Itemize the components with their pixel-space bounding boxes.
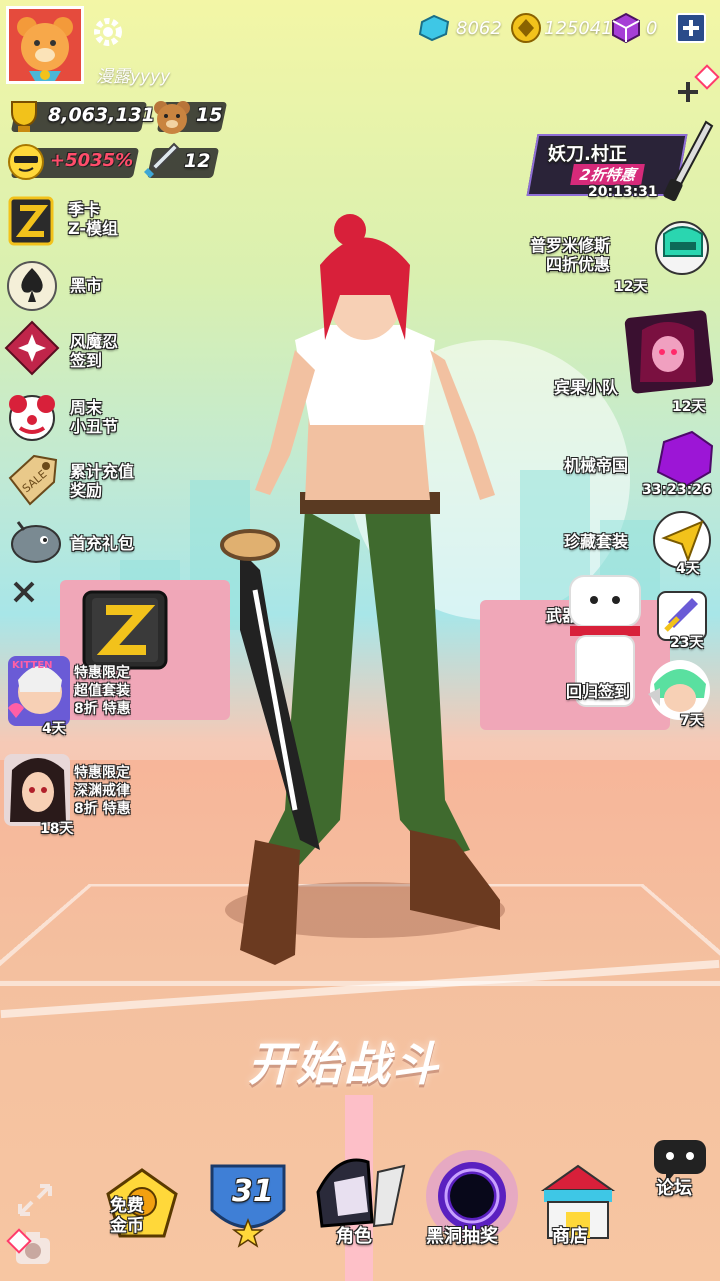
muramasa-discount: 2折特惠	[570, 164, 646, 185]
left-menu-label: 周末 小丑节	[70, 398, 119, 436]
robot-helmet-icon	[655, 221, 709, 275]
expand-arrows-icon	[18, 1184, 52, 1216]
sword-icon	[144, 142, 180, 178]
offer-label: 特惠限定 超值套装 8折 特惠	[74, 665, 131, 717]
forum-label: 论坛	[656, 1178, 692, 1199]
purple-crystal-icon	[656, 430, 714, 488]
offer-timer: 18天	[40, 821, 74, 837]
character-button[interactable]: 角色	[308, 1152, 408, 1248]
mech-empire-button[interactable]	[652, 428, 716, 490]
player-name: 漫露yyyy	[96, 67, 171, 87]
muramasa-title: 妖刀.村正	[548, 144, 627, 165]
offer-timer: 4天	[42, 721, 66, 737]
weapon-count: 12	[184, 150, 211, 172]
offer-label: 特惠限定 深渊戒律 8折 特惠	[74, 765, 131, 817]
plus-icon	[683, 20, 699, 36]
coin-count: 125041	[544, 18, 613, 39]
fullscreen-button[interactable]	[14, 1180, 56, 1220]
gem-count: 8062	[456, 18, 502, 39]
right-event-timer: 7天	[680, 713, 704, 729]
add-currency-button[interactable]	[676, 13, 706, 43]
sale-tag-icon: SALE	[8, 454, 58, 506]
left-menu-label: 黑市	[70, 276, 103, 295]
nav-label: 角色	[336, 1226, 372, 1247]
recharge-reward-button[interactable]: SALE	[4, 452, 60, 508]
z-card-icon	[8, 196, 54, 246]
left-menu-label: 累计充值 奖励	[70, 462, 135, 500]
gear-icon	[94, 18, 122, 46]
game-lobby-screen: 漫露yyyy 8,063,131 15 +5035% 12 8062 12504…	[0, 0, 720, 1281]
muramasa-timer: 20:13:31	[588, 184, 658, 200]
bear-avatar-icon	[17, 17, 73, 81]
forum-button[interactable]: 论坛	[648, 1136, 712, 1200]
svg-text:KITTEN: KITTEN	[12, 660, 53, 671]
left-menu-label: 风魔忍 签到	[70, 332, 119, 370]
right-event-timer: 12天	[614, 279, 648, 295]
prometheus-event-button[interactable]	[650, 216, 714, 280]
settings-button[interactable]	[90, 14, 126, 50]
nav-label: 商店	[552, 1226, 588, 1247]
gem-icon	[418, 14, 450, 42]
bear-face-icon	[154, 101, 190, 134]
season-card-button[interactable]	[4, 196, 60, 248]
trophy-count: 8,063,131	[48, 104, 155, 126]
clown-icon	[9, 395, 55, 441]
piggy-icon	[11, 521, 61, 563]
shuriken-icon	[4, 320, 60, 376]
right-event-label: 机械帝国	[564, 456, 629, 475]
right-event-label: 普罗米修斯 四折优惠	[530, 236, 611, 274]
z-badge-icon	[82, 590, 168, 670]
katana-icon	[663, 120, 714, 202]
right-event-label: 回归签到	[566, 682, 631, 701]
left-menu-label: 季卡 Z-模组	[68, 200, 118, 238]
right-event-label: 珍藏套装	[564, 532, 629, 551]
black-market-button[interactable]	[4, 260, 60, 312]
nav-label: 免费 金币	[110, 1196, 144, 1236]
ninja-signin-button[interactable]	[4, 320, 60, 376]
level-button[interactable]: 31	[206, 1158, 290, 1248]
character-model[interactable]	[200, 210, 520, 970]
cool-face-icon	[8, 144, 44, 180]
z-module-badge[interactable]	[78, 588, 172, 674]
right-event-timer: 4天	[676, 561, 700, 577]
bear-count: 15	[196, 104, 223, 126]
free-coins-button[interactable]: 免费 金币	[100, 1164, 184, 1248]
close-icon	[13, 581, 35, 603]
clown-festival-button[interactable]	[4, 388, 60, 444]
level-number: 31	[232, 1174, 274, 1209]
crystal-icon	[612, 12, 640, 44]
right-event-label: 宾果小队	[554, 378, 619, 397]
start-battle-button[interactable]: 开始战斗	[248, 1028, 440, 1094]
black-hole-lottery-button[interactable]: 黑洞抽奖	[420, 1146, 524, 1250]
trophy-icon	[11, 101, 37, 132]
spade-card-icon	[7, 261, 57, 311]
expand-menu-button[interactable]	[674, 78, 702, 106]
coin-icon	[511, 13, 541, 43]
first-charge-gift-button[interactable]	[4, 514, 64, 566]
right-event-timer: 12天	[672, 399, 706, 415]
crystal-count: 0	[646, 18, 658, 39]
bonus-percent: +5035%	[50, 150, 134, 171]
shop-button[interactable]: 商店	[536, 1160, 620, 1248]
plus-icon	[678, 82, 698, 102]
right-event-timer: 33:23:26	[642, 482, 712, 498]
right-event-timer: 23天	[670, 635, 704, 651]
bingo-portrait-icon	[624, 310, 714, 394]
nav-label: 黑洞抽奖	[426, 1226, 498, 1247]
bingo-squad-button[interactable]	[622, 310, 714, 394]
collapse-menu-button[interactable]	[10, 578, 38, 606]
player-avatar[interactable]	[6, 6, 84, 84]
left-menu-label: 首充礼包	[70, 534, 135, 553]
